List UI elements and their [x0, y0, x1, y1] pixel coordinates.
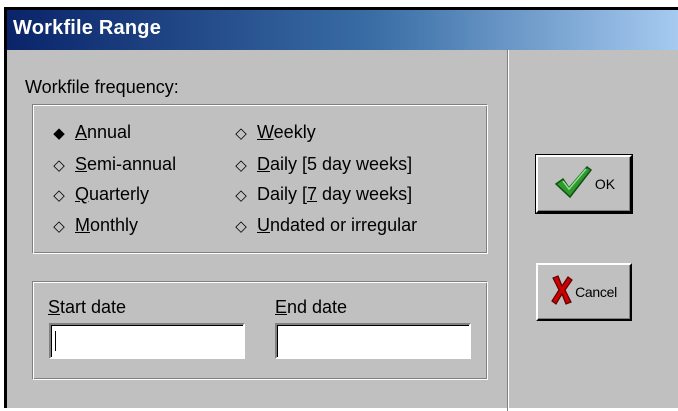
vertical-separator	[507, 50, 509, 411]
radio-monthly[interactable]: ◇ Monthly	[47, 213, 138, 237]
radio-daily-5[interactable]: ◇ Daily [5 day weeks]	[229, 152, 412, 176]
radio-indicator-daily-7: ◇	[235, 187, 247, 204]
radio-daily-7[interactable]: ◇ Daily [7 day weeks]	[229, 182, 412, 206]
radio-annual[interactable]: ◆ Annual	[47, 120, 131, 144]
radio-indicator-daily-5: ◇	[235, 157, 247, 174]
ok-button[interactable]: OK	[535, 154, 633, 214]
radio-indicator-quarterly: ◇	[53, 187, 65, 204]
cancel-label: Cancel	[575, 284, 617, 300]
ok-label: OK	[594, 176, 616, 192]
radio-label: Monthly	[75, 215, 139, 235]
radio-indicator-monthly: ◇	[53, 218, 65, 235]
radio-indicator-weekly: ◇	[235, 125, 247, 142]
cross-icon	[551, 274, 573, 311]
radio-label: Daily [7 day weeks]	[257, 184, 413, 204]
radio-undated[interactable]: ◇ Undated or irregular	[229, 213, 417, 237]
checkmark-icon	[553, 164, 593, 205]
start-date-label: Start date	[48, 297, 127, 317]
radio-label: Quarterly	[75, 184, 150, 204]
radio-semi-annual[interactable]: ◇ Semi-annual	[47, 152, 176, 176]
cancel-button[interactable]: Cancel	[536, 263, 632, 321]
radio-indicator-undated: ◇	[235, 218, 247, 235]
radio-indicator-semi-annual: ◇	[53, 157, 65, 174]
radio-weekly[interactable]: ◇ Weekly	[229, 120, 316, 144]
radio-label: Annual	[75, 122, 132, 142]
frequency-label: Workfile frequency:	[25, 77, 179, 97]
radio-quarterly[interactable]: ◇ Quarterly	[47, 182, 149, 206]
radio-label: Semi-annual	[75, 154, 177, 174]
end-date-input[interactable]	[275, 323, 471, 359]
title-bar[interactable]: Workfile Range	[7, 10, 678, 50]
radio-label: Weekly	[257, 122, 316, 142]
start-date-input[interactable]	[49, 323, 245, 359]
radio-label: Daily [5 day weeks]	[257, 154, 413, 174]
end-date-label: End date	[275, 297, 348, 317]
radio-indicator-annual: ◆	[53, 125, 65, 142]
radio-label: Undated or irregular	[257, 215, 418, 235]
window-title: Workfile Range	[13, 17, 162, 39]
text-caret	[55, 331, 56, 351]
